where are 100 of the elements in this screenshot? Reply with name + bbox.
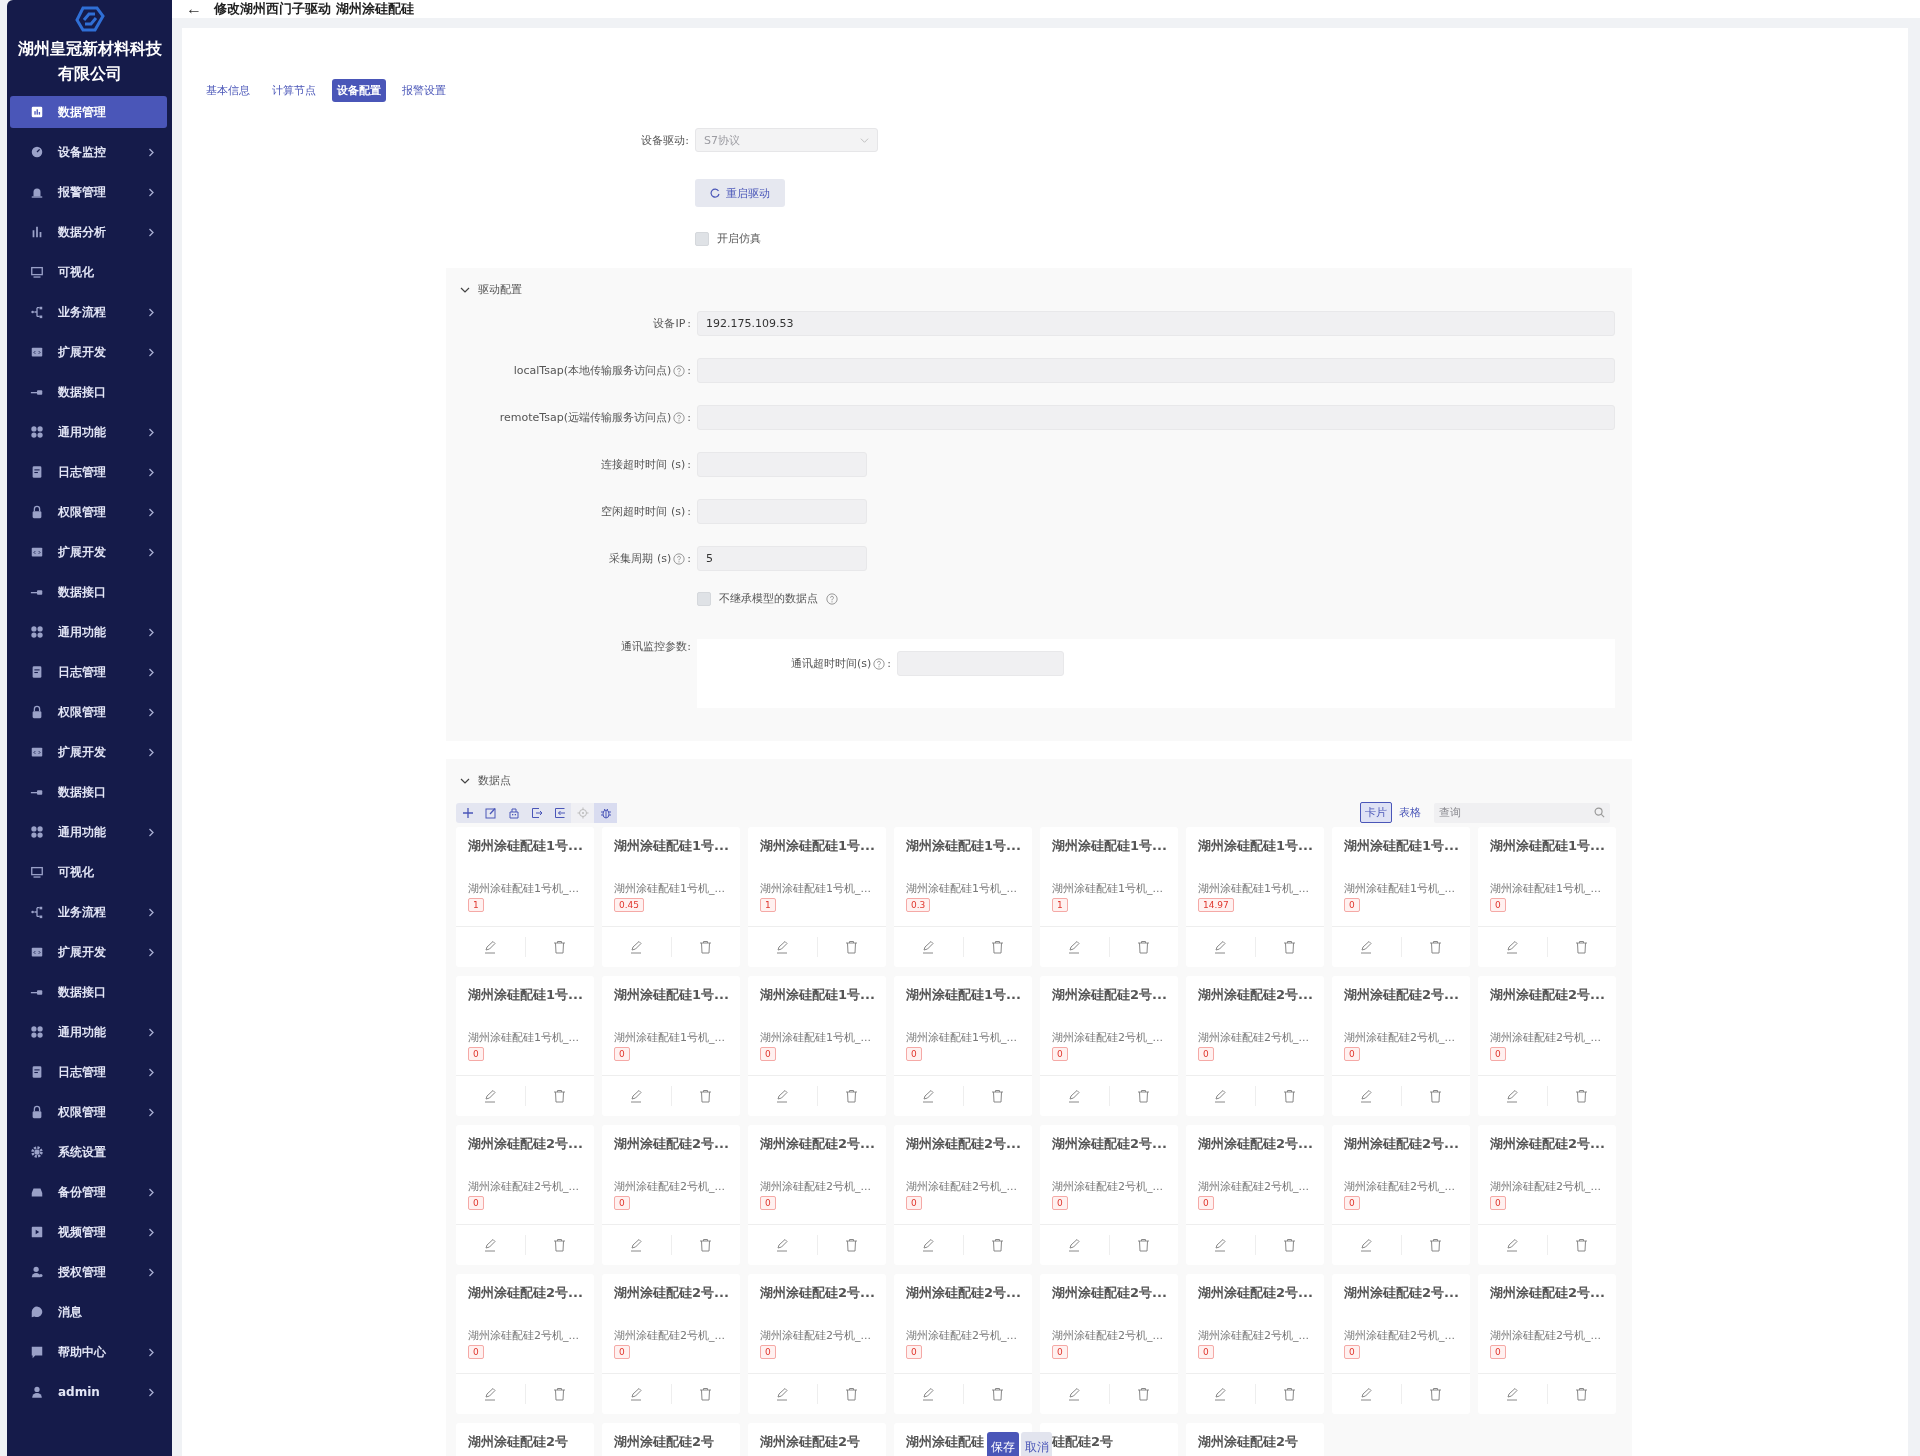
sidebar-item[interactable]: 扩展开发 <box>10 936 167 968</box>
delete-icon[interactable] <box>699 1387 713 1401</box>
edit-icon[interactable] <box>921 940 936 954</box>
delete-icon[interactable] <box>845 1387 859 1401</box>
data-point-card[interactable]: 湖州涂硅配硅2号 <box>456 1423 594 1456</box>
edit-icon[interactable] <box>629 1238 644 1252</box>
delete-icon[interactable] <box>553 1387 567 1401</box>
data-point-card[interactable]: 湖州涂硅配硅1号... 湖州涂硅配硅1号机_... 0 <box>748 976 886 1116</box>
sidebar-item[interactable]: 通用功能 <box>10 416 167 448</box>
data-point-card[interactable]: 湖州涂硅配硅2号... 湖州涂硅配硅2号机_... 0 <box>1332 1274 1470 1414</box>
sidebar-item[interactable]: 视频管理 <box>10 1216 167 1248</box>
sidebar-item[interactable]: admin <box>10 1376 167 1408</box>
delete-icon[interactable] <box>1429 1238 1443 1252</box>
search-field[interactable]: 查询 <box>1434 802 1610 823</box>
bug-icon[interactable] <box>594 802 617 823</box>
save-button[interactable]: 保存 <box>987 1432 1019 1456</box>
delete-icon[interactable] <box>553 1238 567 1252</box>
edit-icon[interactable] <box>483 1238 498 1252</box>
sidebar-item[interactable]: 可视化 <box>10 256 167 288</box>
section-header[interactable]: 驱动配置 <box>456 282 526 297</box>
data-point-card[interactable]: 湖州涂硅配硅2号... 湖州涂硅配硅2号机_... 0 <box>1332 976 1470 1116</box>
edit-icon[interactable] <box>629 1387 644 1401</box>
data-point-card[interactable]: 湖州涂硅配硅2号... 湖州涂硅配硅2号机_... 0 <box>1478 1274 1616 1414</box>
sidebar-item[interactable]: 日志管理 <box>10 456 167 488</box>
sidebar-item[interactable]: 权限管理 <box>10 496 167 528</box>
delete-icon[interactable] <box>1137 1387 1151 1401</box>
sidebar-item[interactable]: 权限管理 <box>10 1096 167 1128</box>
delete-icon[interactable] <box>1575 1387 1589 1401</box>
data-point-card[interactable]: 湖州涂硅配硅1号... 湖州涂硅配硅1号机_... 0 <box>1478 827 1616 967</box>
checkbox[interactable] <box>697 591 711 606</box>
sidebar-item[interactable]: 数据接口 <box>10 976 167 1008</box>
delete-icon[interactable] <box>1137 1089 1151 1103</box>
sidebar-item[interactable]: 扩展开发 <box>10 536 167 568</box>
delete-icon[interactable] <box>553 1089 567 1103</box>
edit-icon[interactable] <box>629 940 644 954</box>
delete-icon[interactable] <box>1283 1387 1297 1401</box>
data-point-card[interactable]: 湖州涂硅配硅1号... 湖州涂硅配硅1号机_... 0 <box>894 976 1032 1116</box>
back-button[interactable]: ← <box>186 0 202 18</box>
delete-icon[interactable] <box>1429 940 1443 954</box>
sidebar-item[interactable]: 扩展开发 <box>10 336 167 368</box>
tab[interactable]: 基本信息 <box>200 79 256 102</box>
edit-icon[interactable] <box>1359 1089 1374 1103</box>
delete-icon[interactable] <box>553 940 567 954</box>
edit-icon[interactable] <box>1359 940 1374 954</box>
edit-icon[interactable] <box>1213 1238 1228 1252</box>
edit-icon[interactable] <box>921 1089 936 1103</box>
sidebar-item[interactable]: 数据接口 <box>10 376 167 408</box>
input-field[interactable]: 5 <box>697 546 867 571</box>
sidebar-item[interactable]: 业务流程 <box>10 896 167 928</box>
sidebar-item[interactable]: 备份管理 <box>10 1176 167 1208</box>
sidebar-item[interactable]: 可视化 <box>10 856 167 888</box>
sidebar-item[interactable]: 消息 <box>10 1296 167 1328</box>
data-point-card[interactable]: 湖州涂硅配硅2号... 湖州涂硅配硅2号机_... 0 <box>894 1125 1032 1265</box>
sidebar-item[interactable]: 数据分析 <box>10 216 167 248</box>
input-field[interactable]: 192.175.109.53 <box>697 311 1615 336</box>
data-point-card[interactable]: 湖州涂硅配硅2号... 湖州涂硅配硅2号机_... 0 <box>456 1125 594 1265</box>
sidebar-item[interactable]: 权限管理 <box>10 696 167 728</box>
edit-icon[interactable] <box>1067 1089 1082 1103</box>
sidebar-item[interactable]: 数据接口 <box>10 576 167 608</box>
edit-icon[interactable] <box>1067 1238 1082 1252</box>
data-point-card[interactable]: 湖州涂硅配硅2号 <box>602 1423 740 1456</box>
delete-icon[interactable] <box>845 940 859 954</box>
edit-icon[interactable] <box>1067 940 1082 954</box>
delete-icon[interactable] <box>991 1238 1005 1252</box>
data-point-card[interactable]: 湖州涂硅配硅2号... 湖州涂硅配硅2号机_... 0 <box>1478 1125 1616 1265</box>
view-toggle[interactable]: 表格 <box>1394 802 1426 823</box>
edit-icon[interactable] <box>775 1089 790 1103</box>
edit-icon[interactable] <box>921 1238 936 1252</box>
data-point-card[interactable]: 湖州涂硅配硅2号... 湖州涂硅配硅2号机_... 0 <box>1332 1125 1470 1265</box>
edit-icon[interactable] <box>1505 940 1520 954</box>
delete-icon[interactable] <box>1575 940 1589 954</box>
data-point-card[interactable]: 湖州涂硅配硅2号... 湖州涂硅配硅2号机_... 0 <box>1040 1125 1178 1265</box>
data-point-card[interactable]: 湖州涂硅配硅2号... 湖州涂硅配硅2号机_... 0 <box>1478 976 1616 1116</box>
data-point-card[interactable]: 湖州涂硅配硅2号... 湖州涂硅配硅2号机_... 0 <box>1186 1125 1324 1265</box>
cancel-button[interactable]: 取消 <box>1021 1432 1052 1456</box>
data-point-card[interactable]: 湖州涂硅配硅1号... 湖州涂硅配硅1号机_... 0 <box>1332 827 1470 967</box>
delete-icon[interactable] <box>991 1089 1005 1103</box>
edit-icon[interactable] <box>775 1387 790 1401</box>
data-point-card[interactable]: 湖州涂硅配硅1号... 湖州涂硅配硅1号机_... 1 <box>748 827 886 967</box>
sidebar-item[interactable]: 业务流程 <box>10 296 167 328</box>
sidebar-item[interactable]: 扩展开发 <box>10 736 167 768</box>
edit-icon[interactable] <box>483 940 498 954</box>
edit-icon[interactable] <box>1213 940 1228 954</box>
data-point-card[interactable]: 湖州涂硅配硅1号... 湖州涂硅配硅1号机_... 1 <box>1040 827 1178 967</box>
data-point-card[interactable]: 湖州涂硅配硅2号 <box>1186 1423 1324 1456</box>
edit-icon[interactable] <box>1505 1387 1520 1401</box>
delete-icon[interactable] <box>1575 1238 1589 1252</box>
delete-icon[interactable] <box>991 1387 1005 1401</box>
sidebar-item[interactable]: 通用功能 <box>10 616 167 648</box>
edit-icon[interactable] <box>483 1089 498 1103</box>
delete-icon[interactable] <box>991 940 1005 954</box>
sidebar-item[interactable]: 设备监控 <box>10 136 167 168</box>
delete-icon[interactable] <box>845 1238 859 1252</box>
tab[interactable]: 计算节点 <box>266 79 322 102</box>
edit-icon[interactable] <box>775 1238 790 1252</box>
delete-icon[interactable] <box>1429 1089 1443 1103</box>
checkbox[interactable] <box>695 231 709 246</box>
edit-icon[interactable] <box>1213 1089 1228 1103</box>
data-point-card[interactable]: 湖州涂硅配硅2号... 湖州涂硅配硅2号机_... 0 <box>748 1125 886 1265</box>
edit-icon[interactable] <box>1359 1387 1374 1401</box>
